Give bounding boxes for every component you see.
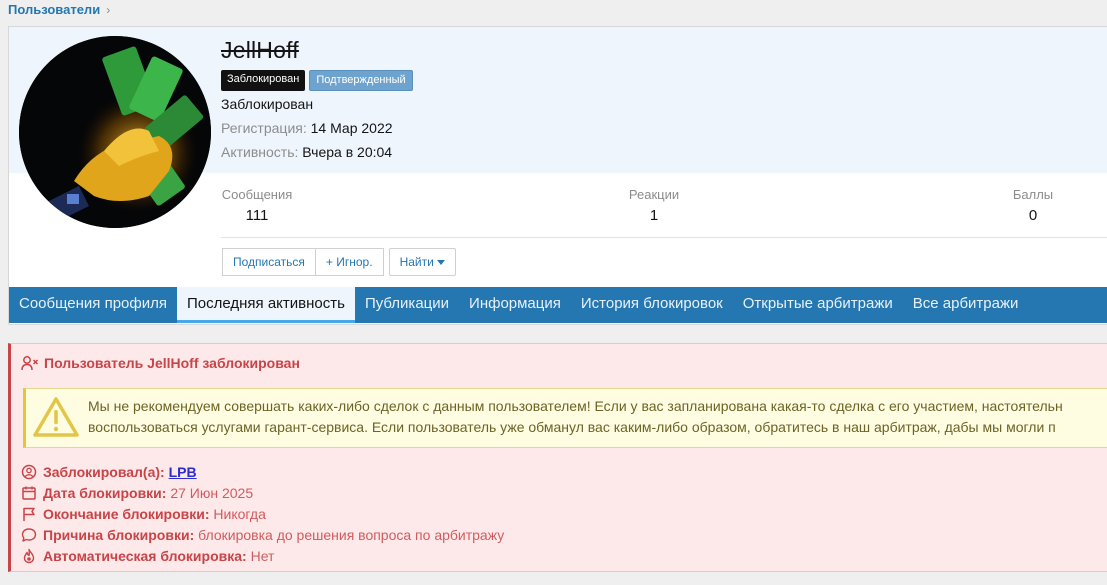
stat-reactions-label: Реакции (628, 187, 680, 202)
registration-value: 14 Мар 2022 (310, 120, 393, 136)
tab-information[interactable]: Информация (459, 287, 571, 323)
banned-badge: Заблокирован (221, 70, 306, 91)
subscribe-button[interactable]: Подписаться (222, 248, 316, 276)
auto-ban-value: Нет (250, 548, 275, 564)
ban-notice-title: Пользователь JellHoff заблокирован (21, 355, 300, 371)
ban-date-value: 27 Июн 2025 (170, 485, 254, 501)
user-banned-icon (21, 356, 39, 371)
registration-label: Регистрация: (221, 120, 307, 136)
warning-box: Мы не рекомендуем совершать каких-либо с… (23, 388, 1107, 448)
flag-icon (23, 507, 35, 521)
auto-ban-label: Автоматическая блокировка: (43, 548, 247, 564)
comment-icon (21, 528, 37, 542)
profile-actions: Подписаться + Игнор. Найти (222, 248, 456, 276)
badges: Заблокирован Подтвержденный (221, 70, 413, 91)
ban-date-label: Дата блокировки: (43, 485, 167, 501)
warning-triangle-icon (33, 397, 79, 437)
stat-reactions-value[interactable]: 1 (621, 207, 687, 224)
tab-all-arbitrations[interactable]: Все арбитражи (903, 287, 1029, 323)
tab-profile-posts[interactable]: Сообщения профиля (9, 287, 177, 323)
registration-row: Регистрация: 14 Мар 2022 (221, 120, 393, 136)
caret-down-icon (436, 259, 445, 265)
ban-notice: Пользователь JellHoff заблокирован Мы не… (8, 343, 1107, 572)
warning-line-2: воспользоваться услугами гарант-сервиса.… (88, 419, 1056, 435)
profile-tabs: Сообщения профиля Последняя активность П… (9, 287, 1107, 323)
profile-card: JellHoff Заблокирован Подтвержденный Заб… (8, 26, 1107, 325)
stat-messages-label: Сообщения (221, 187, 293, 202)
auto-ban-row: Автоматическая блокировка: Нет (21, 548, 274, 564)
find-button-label: Найти (399, 255, 434, 269)
activity-value: Вчера в 20:04 (302, 144, 393, 160)
chevron-right-icon: › (106, 3, 111, 17)
banned-by-row: Заблокировал(а): LPB (21, 464, 197, 480)
banned-by-label: Заблокировал(а): (43, 464, 165, 480)
stat-points-label: Баллы (1012, 187, 1054, 202)
stats-divider (221, 237, 1107, 238)
tab-open-arbitrations[interactable]: Открытые арбитражи (733, 287, 903, 323)
breadcrumb[interactable]: Пользователи › (8, 2, 110, 17)
ban-end-label: Окончание блокировки: (43, 506, 210, 522)
user-circle-icon (21, 464, 37, 480)
ban-end-row: Окончание блокировки: Никогда (21, 506, 266, 522)
tab-latest-activity[interactable]: Последняя активность (176, 287, 355, 323)
avatar-money-hand-icon (19, 36, 211, 228)
stat-reactions[interactable]: Реакции 1 (621, 187, 687, 224)
stat-messages-value[interactable]: 111 (221, 207, 293, 224)
user-status: Заблокирован (221, 96, 314, 112)
stat-points[interactable]: Баллы 0 (1009, 187, 1057, 224)
profile-username: JellHoff (221, 37, 299, 63)
stat-messages[interactable]: Сообщения 111 (221, 187, 293, 224)
activity-label: Активность: (221, 144, 299, 160)
banned-by-user-link[interactable]: LPB (169, 464, 197, 480)
ban-end-value: Никогда (213, 506, 266, 522)
ban-reason-value: блокировка до решения вопроса по арбитра… (198, 527, 505, 543)
ban-reason-label: Причина блокировки: (43, 527, 195, 543)
avatar[interactable] (19, 36, 211, 228)
ban-notice-title-text: Пользователь JellHoff заблокирован (44, 355, 300, 371)
tab-ban-history[interactable]: История блокировок (571, 287, 733, 323)
stat-points-value[interactable]: 0 (1009, 207, 1057, 224)
find-button[interactable]: Найти (388, 248, 456, 276)
calendar-icon (22, 486, 36, 500)
activity-row: Активность: Вчера в 20:04 (221, 144, 392, 160)
ignore-button[interactable]: + Игнор. (315, 248, 384, 276)
warning-line-1: Мы не рекомендуем совершать каких-либо с… (88, 398, 1063, 414)
ban-date-row: Дата блокировки: 27 Июн 2025 (21, 485, 253, 501)
warning-text: Мы не рекомендуем совершать каких-либо с… (88, 396, 1063, 438)
ban-reason-row: Причина блокировки: блокировка до решени… (21, 527, 504, 543)
fire-icon (23, 548, 35, 564)
verified-badge: Подтвержденный (309, 70, 413, 91)
breadcrumb-users-link[interactable]: Пользователи (8, 2, 100, 17)
tab-publications[interactable]: Публикации (355, 287, 459, 323)
